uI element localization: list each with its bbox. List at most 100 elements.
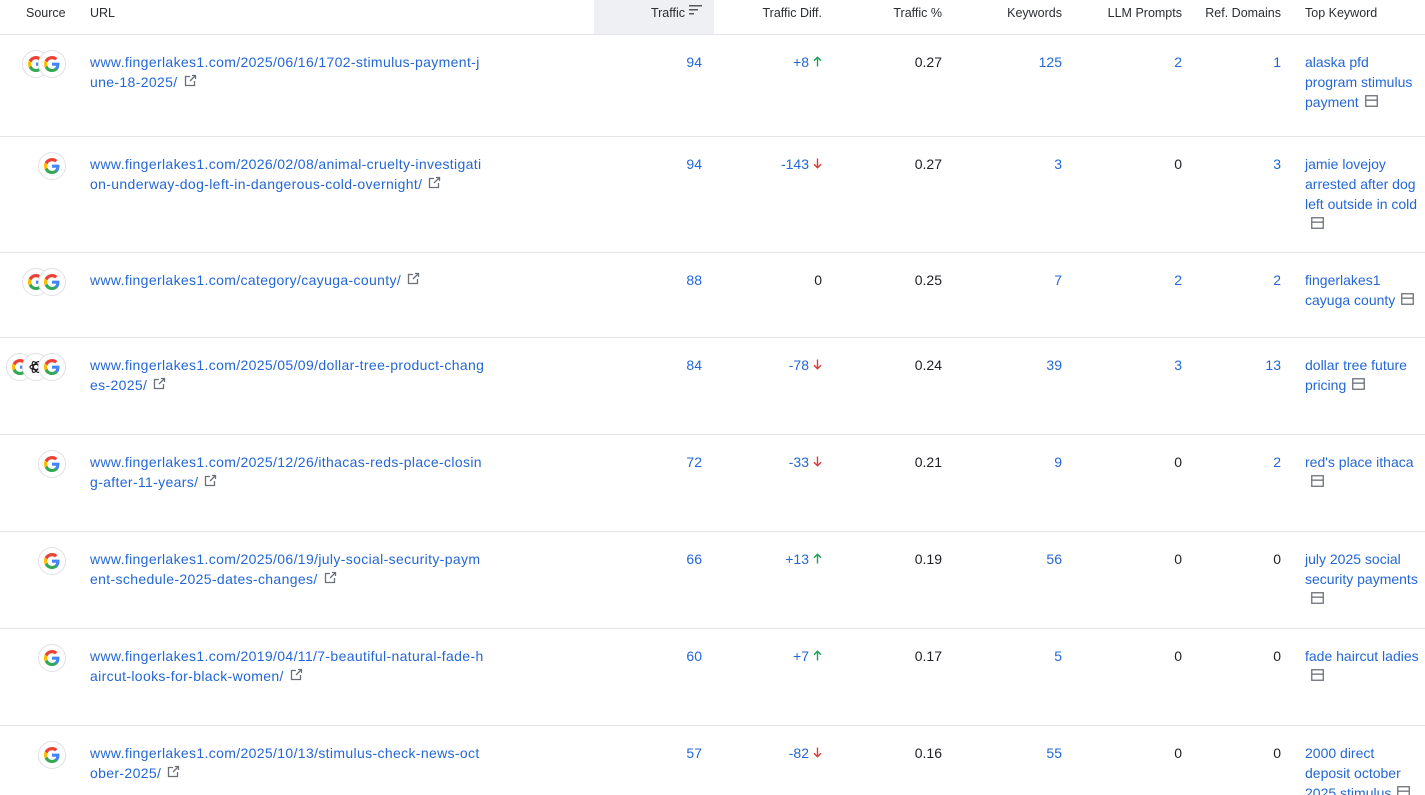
external-link-icon[interactable]: [153, 375, 166, 395]
serp-snapshot-icon[interactable]: [1311, 589, 1324, 609]
llm-prompts-value: 0: [1174, 551, 1182, 567]
top-keyword-link[interactable]: july 2025 social security payments: [1305, 551, 1418, 587]
external-link-icon[interactable]: [407, 270, 420, 290]
url-link[interactable]: www.fingerlakes1.com/2025/06/19/july-soc…: [90, 551, 480, 587]
top-keyword-cell: fade haircut ladies: [1305, 646, 1423, 687]
arrow-down-icon: [813, 452, 822, 472]
traffic-diff-cell[interactable]: +7: [720, 646, 822, 667]
traffic-value[interactable]: 57: [600, 743, 702, 763]
url-link[interactable]: www.fingerlakes1.com/2019/04/11/7-beauti…: [90, 648, 484, 684]
header-traffic-percent[interactable]: Traffic %: [840, 0, 942, 34]
keywords-value[interactable]: 39: [960, 355, 1062, 375]
source-icons: [38, 152, 66, 180]
google-icon[interactable]: [38, 644, 66, 672]
url-link[interactable]: www.fingerlakes1.com/2025/10/13/stimulus…: [90, 745, 480, 781]
traffic-diff-cell[interactable]: -82: [720, 743, 822, 764]
header-traffic[interactable]: Traffic: [600, 0, 702, 34]
ref-domains-value[interactable]: 13: [1180, 355, 1281, 375]
traffic-value[interactable]: 94: [600, 154, 702, 174]
url-link[interactable]: www.fingerlakes1.com/2025/05/09/dollar-t…: [90, 357, 484, 393]
llm-prompts-value: 0: [1174, 454, 1182, 470]
url-link[interactable]: www.fingerlakes1.com/2025/12/26/ithacas-…: [90, 454, 482, 490]
serp-snapshot-icon[interactable]: [1397, 783, 1411, 795]
traffic-diff-value: 0: [814, 272, 822, 288]
ref-domains-value[interactable]: 3: [1180, 154, 1281, 174]
table-row: www.fingerlakes1.com/2025/05/09/dollar-t…: [0, 338, 1425, 435]
keywords-value[interactable]: 56: [960, 549, 1062, 569]
serp-snapshot-icon[interactable]: [1352, 375, 1366, 395]
sort-descending-icon[interactable]: [689, 0, 702, 25]
table-row: www.fingerlakes1.com/2025/06/16/1702-sti…: [0, 35, 1425, 137]
header-top-keyword[interactable]: Top Keyword: [1305, 0, 1377, 34]
llm-prompts-value[interactable]: 2: [1080, 52, 1182, 72]
external-link-icon[interactable]: [184, 72, 197, 92]
keywords-value[interactable]: 125: [960, 52, 1062, 72]
serp-snapshot-icon[interactable]: [1311, 214, 1324, 234]
traffic-percent-value: 0.25: [914, 272, 942, 288]
header-keywords[interactable]: Keywords: [960, 0, 1062, 34]
traffic-value[interactable]: 88: [600, 270, 702, 290]
google-icon[interactable]: [38, 450, 66, 478]
keywords-value[interactable]: 7: [960, 270, 1062, 290]
traffic-diff-value: -33: [788, 454, 809, 470]
google-icon[interactable]: [38, 547, 66, 575]
traffic-diff-cell[interactable]: -33: [720, 452, 822, 473]
google-icon[interactable]: [38, 268, 66, 296]
traffic-value[interactable]: 66: [600, 549, 702, 569]
header-ref-domains[interactable]: Ref. Domains: [1180, 0, 1281, 34]
url-link[interactable]: www.fingerlakes1.com/2025/06/16/1702-sti…: [90, 54, 480, 90]
traffic-value[interactable]: 60: [600, 646, 702, 666]
llm-prompts-value[interactable]: 3: [1080, 355, 1182, 375]
top-keyword-cell: alaska pfd program stimulus payment: [1305, 52, 1423, 113]
google-icon[interactable]: [38, 353, 66, 381]
top-keyword-link[interactable]: fade haircut ladies: [1305, 648, 1419, 664]
header-source[interactable]: Source: [26, 0, 66, 34]
external-link-icon[interactable]: [167, 763, 180, 783]
top-keyword-link[interactable]: red's place ithaca: [1305, 454, 1414, 470]
google-icon[interactable]: [38, 50, 66, 78]
serp-snapshot-icon[interactable]: [1311, 472, 1324, 492]
source-icons: [38, 547, 66, 575]
traffic-percent-value: 0.19: [914, 551, 942, 567]
header-llm-prompts[interactable]: LLM Prompts: [1080, 0, 1182, 34]
serp-snapshot-icon[interactable]: [1401, 290, 1415, 310]
google-icon[interactable]: [38, 741, 66, 769]
header-url[interactable]: URL: [90, 0, 115, 34]
top-keyword-link[interactable]: jamie lovejoy arrested after dog left ou…: [1305, 156, 1417, 212]
google-icon[interactable]: [38, 152, 66, 180]
traffic-percent-value: 0.27: [914, 54, 942, 70]
top-keyword-link[interactable]: 2000 direct deposit october 2025 stimulu…: [1305, 745, 1401, 795]
external-link-icon[interactable]: [290, 666, 303, 686]
traffic-diff-cell[interactable]: +8: [720, 52, 822, 73]
keywords-value[interactable]: 5: [960, 646, 1062, 666]
ref-domains-value[interactable]: 2: [1180, 270, 1281, 290]
ref-domains-value[interactable]: 2: [1180, 452, 1281, 472]
keywords-value[interactable]: 9: [960, 452, 1062, 472]
top-keyword-link[interactable]: fingerlakes1 cayuga county: [1305, 272, 1395, 308]
external-link-icon[interactable]: [324, 569, 337, 589]
top-keyword-link[interactable]: alaska pfd program stimulus payment: [1305, 54, 1412, 110]
source-icons: [38, 450, 66, 478]
traffic-diff-value: -82: [788, 745, 809, 761]
arrow-up-icon: [813, 52, 822, 72]
traffic-value[interactable]: 84: [600, 355, 702, 375]
external-link-icon[interactable]: [428, 174, 441, 194]
arrow-up-icon: [813, 646, 822, 666]
serp-snapshot-icon[interactable]: [1364, 92, 1378, 112]
header-traffic-diff[interactable]: Traffic Diff.: [720, 0, 822, 34]
ref-domains-value[interactable]: 1: [1180, 52, 1281, 72]
keywords-value[interactable]: 3: [960, 154, 1062, 174]
llm-prompts-value: 0: [1174, 156, 1182, 172]
url-link[interactable]: www.fingerlakes1.com/category/cayuga-cou…: [90, 272, 401, 288]
serp-snapshot-icon[interactable]: [1311, 666, 1324, 686]
keywords-value[interactable]: 55: [960, 743, 1062, 763]
traffic-value[interactable]: 94: [600, 52, 702, 72]
url-link[interactable]: www.fingerlakes1.com/2026/02/08/animal-c…: [90, 156, 481, 192]
traffic-diff-cell[interactable]: +13: [720, 549, 822, 570]
traffic-value[interactable]: 72: [600, 452, 702, 472]
llm-prompts-value[interactable]: 2: [1080, 270, 1182, 290]
external-link-icon[interactable]: [204, 472, 217, 492]
traffic-diff-cell[interactable]: -143: [720, 154, 822, 175]
traffic-diff-cell[interactable]: -78: [720, 355, 822, 376]
source-icons: [6, 353, 66, 381]
